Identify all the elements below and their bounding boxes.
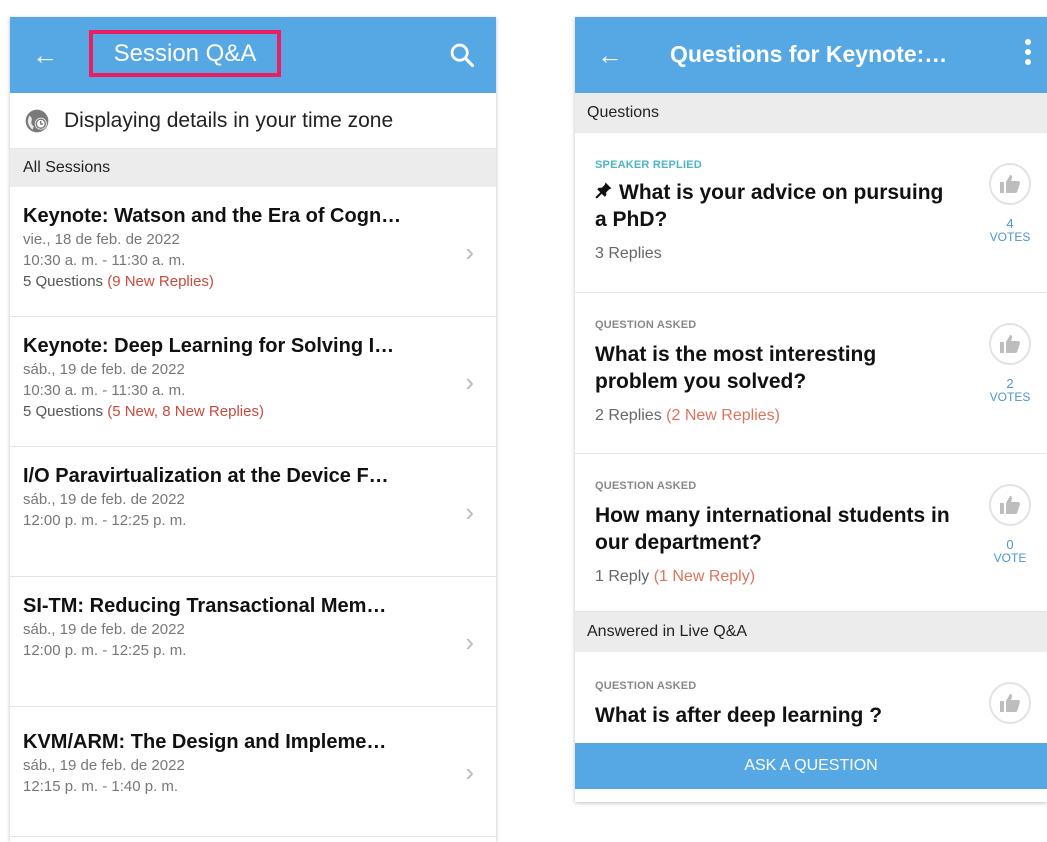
session-item[interactable]: SI-TM: Reducing Transactional Mem… sáb.,… [10, 577, 496, 707]
timezone-notice: Displaying details in your time zone [10, 93, 496, 149]
question-card[interactable]: QUESTION ASKED What is the most interest… [575, 293, 1047, 454]
session-time: 10:30 a. m. - 11:30 a. m. [23, 252, 186, 269]
app-bar: ← Questions for Keynote:… [575, 17, 1047, 93]
session-time: 12:00 p. m. - 12:25 p. m. [23, 512, 187, 529]
session-title: I/O Paravirtualization at the Device F… [23, 465, 389, 487]
reply-count: 1 Reply (1 New Reply) [595, 568, 957, 586]
vote-label: VOTES [989, 390, 1031, 404]
session-item[interactable]: KVM/ARM: The Design and Impleme… sáb., 1… [10, 707, 496, 837]
page-title: Session Q&A [113, 39, 257, 67]
session-questions: 5 Questions (9 New Replies) [23, 271, 456, 292]
timezone-globe-icon [25, 109, 49, 132]
question-title: What is your advice on pursuing a PhD? [595, 179, 957, 233]
question-status: QUESTION ASKED [595, 680, 697, 692]
section-header: All Sessions [10, 149, 496, 187]
session-item[interactable]: Keynote: Watson and the Era of Cogn… vie… [10, 187, 496, 317]
search-icon[interactable] [448, 41, 476, 69]
pin-icon [595, 182, 612, 199]
vote-label: VOTE [993, 551, 1027, 565]
thumbs-up-icon[interactable] [989, 682, 1031, 724]
more-vert-icon[interactable] [1023, 39, 1033, 71]
chevron-right-icon: › [465, 237, 474, 267]
session-time: 12:15 p. m. - 1:40 p. m. [23, 778, 179, 795]
replies-text: 1 Reply [595, 568, 650, 585]
session-title: Keynote: Watson and the Era of Cogn… [23, 205, 402, 227]
questions-screen: ← Questions for Keynote:… Questions SPEA… [575, 17, 1047, 802]
session-item[interactable]: I/O Paravirtualization at the Device F… … [10, 447, 496, 577]
section-header-answered: Answered in Live Q&A [575, 612, 1047, 652]
question-status: QUESTION ASKED [595, 319, 697, 331]
question-count: 5 Questions [23, 403, 104, 420]
chevron-right-icon: › [465, 367, 474, 397]
vote-count: 2 [1006, 376, 1014, 391]
question-card[interactable]: QUESTION ASKED How many international st… [575, 454, 1047, 612]
question-title-text: What is your advice on pursuing a PhD? [595, 181, 944, 231]
vote-label: VOTES [989, 230, 1031, 244]
session-questions: 5 Questions (5 New, 8 New Replies) [23, 401, 456, 422]
session-title: Keynote: Deep Learning for Solving I… [23, 335, 395, 357]
question-card[interactable]: SPEAKER REPLIED What is your advice on p… [575, 133, 1047, 293]
reply-count: 3 Replies [595, 245, 957, 263]
session-date: sáb., 19 de feb. de 2022 [23, 757, 185, 774]
vote-widget [987, 682, 1033, 724]
session-date: sáb., 19 de feb. de 2022 [23, 361, 185, 378]
back-arrow-icon[interactable]: ← [597, 41, 623, 69]
vote-count: 4 [1006, 216, 1014, 231]
vote-widget: 0 VOTE [987, 484, 1033, 565]
replies-text: 3 Replies [595, 245, 662, 262]
session-item[interactable]: Keynote: Deep Learning for Solving I… sá… [10, 317, 496, 447]
session-date: sáb., 19 de feb. de 2022 [23, 491, 185, 508]
new-replies: (1 New Reply) [653, 568, 756, 585]
app-bar: ← Session Q&A [10, 17, 496, 93]
page-title: Questions for Keynote:… [670, 41, 948, 67]
question-title: What is the most interesting problem you… [595, 343, 877, 393]
question-title: What is after deep learning ? [595, 704, 883, 727]
session-title: SI-TM: Reducing Transactional Mem… [23, 595, 387, 617]
replies-text: 2 Replies [595, 407, 662, 424]
reply-count: 2 Replies (2 New Replies) [595, 407, 957, 425]
thumbs-up-icon[interactable] [989, 484, 1031, 526]
session-title: KVM/ARM: The Design and Impleme… [23, 731, 387, 753]
question-status: QUESTION ASKED [595, 480, 697, 492]
timezone-text: Displaying details in your time zone [64, 108, 394, 132]
vote-widget: 4 VOTES [987, 163, 1033, 244]
vote-widget: 2 VOTES [987, 323, 1033, 404]
session-qa-screen: ← Session Q&A Displaying details in your… [10, 17, 496, 842]
chevron-right-icon: › [465, 627, 474, 657]
chevron-right-icon: › [465, 757, 474, 787]
question-count: 5 Questions [23, 273, 104, 290]
session-time: 12:00 p. m. - 12:25 p. m. [23, 642, 187, 659]
back-arrow-icon[interactable]: ← [32, 41, 60, 69]
thumbs-up-icon[interactable] [989, 323, 1031, 365]
session-date: sáb., 19 de feb. de 2022 [23, 621, 185, 638]
new-replies: (5 New, 8 New Replies) [107, 403, 264, 420]
thumbs-up-icon[interactable] [989, 163, 1031, 205]
new-replies: (2 New Replies) [666, 407, 780, 424]
section-header-questions: Questions [575, 93, 1047, 133]
vote-count: 0 [1006, 537, 1014, 552]
session-date: vie., 18 de feb. de 2022 [23, 231, 180, 248]
ask-question-button[interactable]: ASK A QUESTION [575, 743, 1047, 789]
chevron-right-icon: › [465, 497, 474, 527]
question-status: SPEAKER REPLIED [595, 159, 702, 171]
question-title: How many international students in our d… [595, 504, 950, 554]
title-highlight-box: Session Q&A [89, 30, 281, 77]
session-time: 10:30 a. m. - 11:30 a. m. [23, 382, 186, 399]
new-replies: (9 New Replies) [107, 273, 214, 290]
